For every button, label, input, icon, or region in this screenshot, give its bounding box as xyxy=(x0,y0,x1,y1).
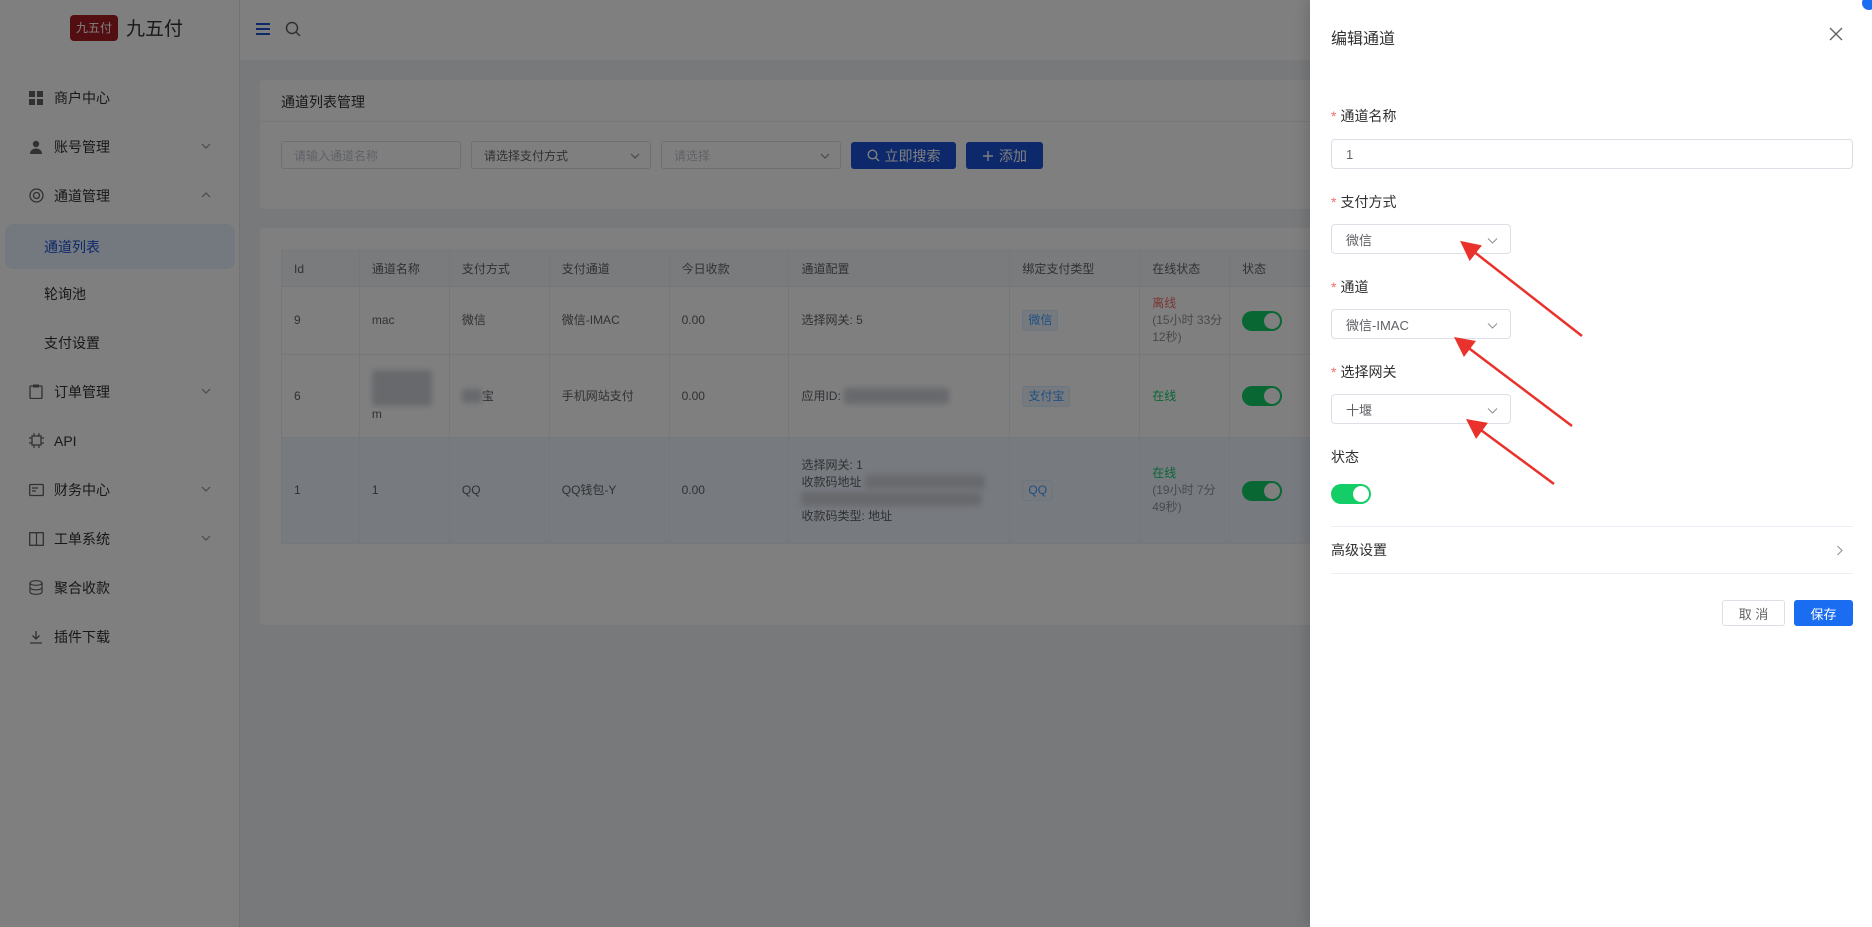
channel-name-label-text: 通道名称 xyxy=(1340,108,1397,124)
pay-method-label-text: 支付方式 xyxy=(1340,194,1397,210)
channel-name-value: 1 xyxy=(1346,146,1354,162)
required-mark: * xyxy=(1331,364,1337,380)
corner-indicator xyxy=(1862,0,1872,10)
channel-value: 微信-IMAC xyxy=(1346,317,1409,333)
channel-label-text: 通道 xyxy=(1340,279,1369,295)
chevron-down-icon xyxy=(1487,323,1498,329)
chevron-right-icon xyxy=(1837,545,1843,556)
status-toggle[interactable] xyxy=(1331,484,1371,504)
pay-method-value: 微信 xyxy=(1346,232,1373,248)
chevron-down-icon xyxy=(1487,408,1498,414)
cancel-button[interactable]: 取 消 xyxy=(1722,600,1785,626)
gateway-label: * 选择网关 xyxy=(1331,362,1396,382)
required-mark: * xyxy=(1331,279,1337,295)
pay-method-select[interactable]: 微信 xyxy=(1331,224,1511,254)
gateway-label-text: 选择网关 xyxy=(1340,364,1397,380)
channel-label: * 通道 xyxy=(1331,277,1368,297)
gateway-value: 十堰 xyxy=(1346,402,1373,418)
advanced-settings-label: 高级设置 xyxy=(1331,542,1387,558)
gateway-select[interactable]: 十堰 xyxy=(1331,394,1511,424)
close-icon[interactable] xyxy=(1828,26,1844,42)
channel-select[interactable]: 微信-IMAC xyxy=(1331,309,1511,339)
save-button[interactable]: 保存 xyxy=(1794,600,1853,626)
required-mark: * xyxy=(1331,194,1337,210)
status-label: 状态 xyxy=(1331,449,1359,465)
modal-overlay[interactable] xyxy=(0,0,1310,927)
chevron-down-icon xyxy=(1487,238,1498,244)
edit-channel-drawer: 编辑通道 * 通道名称 1 * 支付方式 微信 * 通道 微信-IMAC * 选择网关 … xyxy=(1310,0,1872,927)
channel-name-field[interactable]: 1 xyxy=(1331,139,1853,169)
pay-method-label: * 支付方式 xyxy=(1331,192,1396,212)
advanced-settings-row[interactable]: 高级设置 xyxy=(1331,526,1853,574)
required-mark: * xyxy=(1331,108,1337,124)
channel-name-label: * 通道名称 xyxy=(1331,106,1396,126)
drawer-title: 编辑通道 xyxy=(1331,31,1396,48)
